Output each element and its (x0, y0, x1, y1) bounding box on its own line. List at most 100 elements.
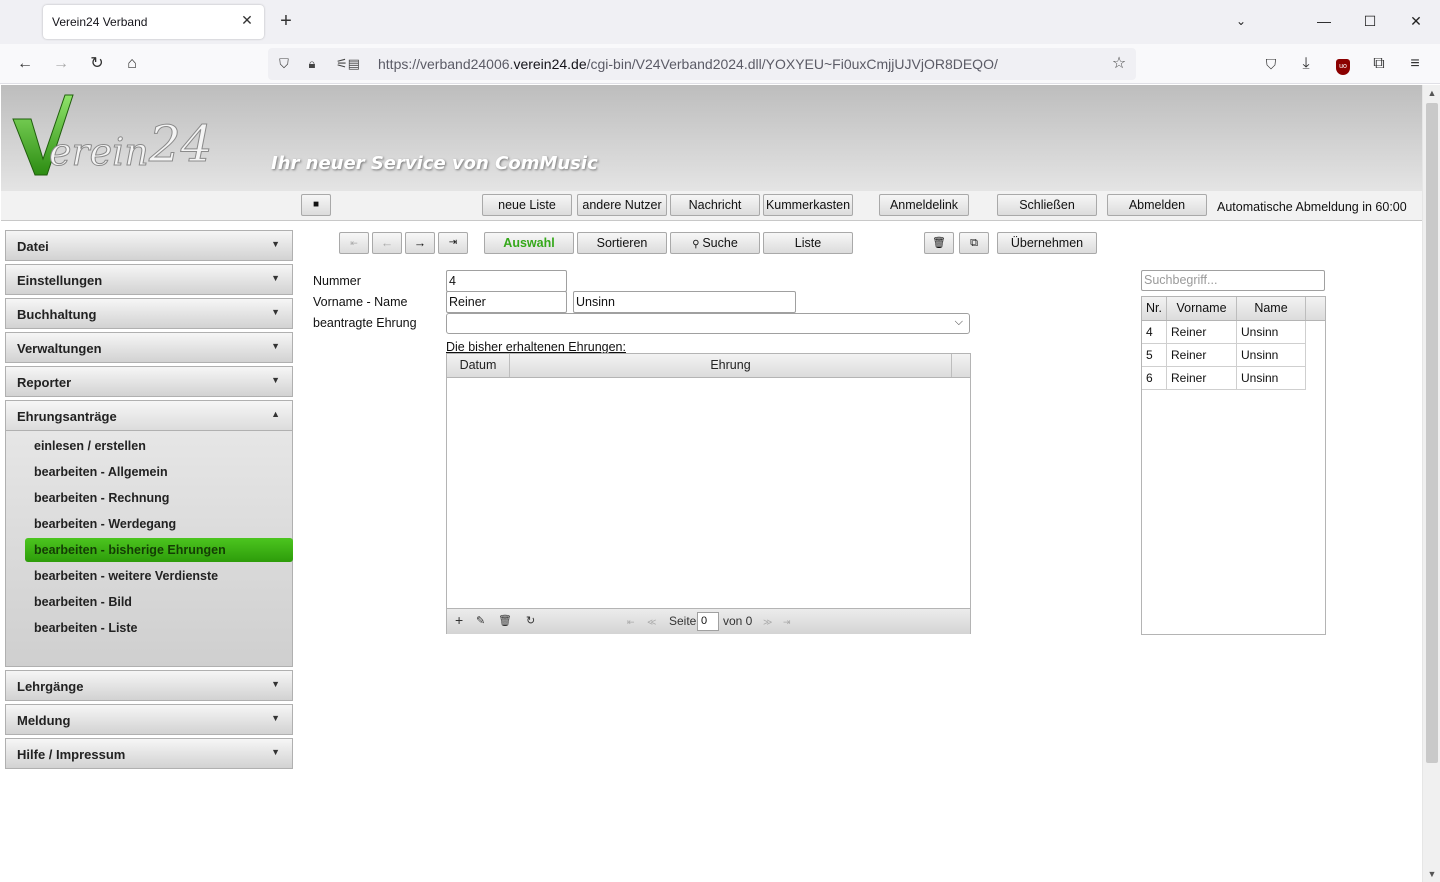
caret-down-icon: ▼ (271, 273, 280, 283)
cell-vorname: Reiner (1167, 321, 1237, 343)
page-number-input[interactable]: 0 (697, 612, 719, 631)
vorname-field[interactable]: Reiner (446, 291, 567, 313)
add-icon[interactable]: + (455, 612, 463, 628)
grid-pager: + ✎ 🗑︎ ↻ ⇤ ≪ Seite 0 von 0 ≫ ⇥ (447, 608, 970, 634)
menu-ehrungsantraege[interactable]: Ehrungsanträge ▲ (5, 400, 293, 431)
search-grid-header: Nr. Vorname Name (1142, 297, 1325, 321)
scroll-down-icon[interactable]: ▼ (1423, 866, 1440, 882)
submenu-ehrungsantraege: einlesen / erstellen bearbeiten - Allgem… (5, 431, 293, 667)
new-tab-icon[interactable]: + (276, 10, 296, 32)
extensions-icon[interactable]: ⧉ (1367, 52, 1391, 76)
delete-record-icon[interactable]: 🗑︎ (924, 232, 954, 254)
uebernehmen-button[interactable]: Übernehmen (997, 232, 1097, 254)
back-icon[interactable]: ← (13, 52, 37, 76)
next-page-icon[interactable]: ≫ (763, 617, 772, 628)
toggle-menu-button[interactable]: ■ (301, 194, 331, 216)
scrollbar-thumb[interactable] (1426, 103, 1438, 763)
submenu-item-liste[interactable]: bearbeiten - Liste (34, 616, 138, 640)
prev-page-icon[interactable]: ≪ (647, 617, 656, 628)
auswahl-button[interactable]: Auswahl (484, 232, 574, 254)
menu-datei[interactable]: Datei ▼ (5, 230, 293, 261)
submenu-item-werdegang[interactable]: bearbeiten - Werdegang (34, 512, 176, 536)
slogan: Ihr neuer Service von ComMusic (271, 153, 598, 174)
anmeldelink-button[interactable]: Anmeldelink (879, 194, 969, 216)
prev-record-icon[interactable]: ← (372, 232, 402, 254)
last-record-icon[interactable]: ⇥ (438, 232, 468, 254)
caret-up-icon: ▲ (271, 409, 280, 419)
menu-einstellungen[interactable]: Einstellungen ▼ (5, 264, 293, 295)
last-page-icon[interactable]: ⇥ (783, 617, 791, 628)
menu-icon[interactable]: ≡ (1403, 52, 1427, 76)
submenu-item-weitere-verdienste[interactable]: bearbeiten - weitere Verdienste (34, 564, 218, 588)
edit-icon[interactable]: ✎ (476, 614, 485, 627)
permissions-icon[interactable]: ⚟▤ (331, 55, 365, 73)
caret-down-icon: ▼ (271, 713, 280, 723)
bookmark-star-icon[interactable]: ☆ (1110, 55, 1128, 73)
close-tab-icon[interactable]: ✕ (239, 12, 255, 28)
submenu-item-rechnung[interactable]: bearbeiten - Rechnung (34, 486, 169, 510)
col-datum[interactable]: Datum (447, 354, 510, 377)
liste-button[interactable]: Liste (763, 232, 853, 254)
browser-tab[interactable]: Verein24 Verband ✕ (43, 5, 264, 39)
url-text[interactable]: https://verband24006.verein24.de/cgi-bin… (378, 56, 998, 72)
menu-lehrgaenge[interactable]: Lehrgänge ▼ (5, 670, 293, 701)
shield-icon[interactable]: ⛉ (275, 55, 293, 73)
col-name[interactable]: Name (1237, 297, 1306, 320)
name-field[interactable]: Unsinn (573, 291, 796, 313)
delete-icon[interactable]: 🗑︎ (498, 614, 512, 627)
search-icon: ⚲ (692, 239, 703, 250)
home-icon[interactable]: ⌂ (120, 52, 144, 76)
reload-icon[interactable]: ↻ (85, 52, 109, 76)
col-vorname[interactable]: Vorname (1167, 297, 1237, 320)
col-nr[interactable]: Nr. (1142, 297, 1167, 320)
menu-verwaltungen[interactable]: Verwaltungen ▼ (5, 332, 293, 363)
download-icon[interactable]: ⤓ (1294, 52, 1318, 76)
pocket-icon[interactable]: ⛉ (1259, 52, 1283, 76)
table-row[interactable]: 4 Reiner Unsinn (1142, 321, 1306, 344)
copy-record-icon[interactable]: ⧉ (959, 232, 989, 254)
vorname-name-label: Vorname - Name (313, 295, 408, 309)
forward-icon[interactable]: → (49, 52, 73, 76)
first-record-icon[interactable]: ⇤ (339, 232, 369, 254)
table-row[interactable]: 5 Reiner Unsinn (1142, 344, 1306, 367)
svg-text:erein: erein (49, 130, 149, 174)
search-input[interactable]: Suchbegriff... (1141, 270, 1325, 291)
menu-hilfe[interactable]: Hilfe / Impressum ▼ (5, 738, 293, 769)
next-record-icon[interactable]: → (405, 232, 435, 254)
nummer-field[interactable]: 4 (446, 270, 567, 292)
suche-button[interactable]: ⚲ Suche (670, 232, 760, 254)
url-bar[interactable]: ⛉ 🔒︎ ⚟▤ https://verband24006.verein24.de… (268, 48, 1136, 80)
caret-down-icon: ▼ (271, 239, 280, 249)
nachricht-button[interactable]: Nachricht (670, 194, 760, 216)
andere-nutzer-button[interactable]: andere Nutzer (577, 194, 667, 216)
first-page-icon[interactable]: ⇤ (627, 617, 635, 628)
submenu-item-bisherige-ehrungen[interactable]: bearbeiten - bisherige Ehrungen (25, 538, 293, 562)
minimize-icon[interactable]: — (1312, 9, 1336, 33)
menu-buchhaltung[interactable]: Buchhaltung ▼ (5, 298, 293, 329)
submenu-item-einlesen[interactable]: einlesen / erstellen (34, 434, 146, 458)
page-scrollbar[interactable]: ▲ ▼ (1422, 85, 1440, 882)
submenu-item-allgemein[interactable]: bearbeiten - Allgemein (34, 460, 168, 484)
sortieren-button[interactable]: Sortieren (577, 232, 667, 254)
schliessen-button[interactable]: Schließen (997, 194, 1097, 216)
neue-liste-button[interactable]: neue Liste (482, 194, 572, 216)
scroll-up-icon[interactable]: ▲ (1423, 85, 1440, 101)
close-window-icon[interactable]: ✕ (1404, 9, 1428, 33)
kummerkasten-button[interactable]: Kummerkasten (763, 194, 853, 216)
lock-icon[interactable]: 🔒︎ (303, 55, 321, 73)
ublock-icon[interactable]: uo (1331, 52, 1355, 76)
menu-meldung[interactable]: Meldung ▼ (5, 704, 293, 735)
abmelden-button[interactable]: Abmelden (1107, 194, 1207, 216)
tab-list-icon[interactable]: ⌄ (1229, 9, 1253, 33)
maximize-icon[interactable]: ☐ (1358, 9, 1382, 33)
submenu-item-bild[interactable]: bearbeiten - Bild (34, 590, 132, 614)
table-row[interactable]: 6 Reiner Unsinn (1142, 367, 1306, 390)
col-ehrung[interactable]: Ehrung (510, 354, 952, 377)
beantragte-ehrung-select[interactable]: ⌵ (446, 313, 970, 334)
cell-vorname: Reiner (1167, 344, 1237, 366)
cell-nr: 4 (1142, 321, 1167, 343)
refresh-icon[interactable]: ↻ (526, 614, 535, 627)
cell-name: Unsinn (1237, 344, 1306, 366)
menu-reporter[interactable]: Reporter ▼ (5, 366, 293, 397)
url-domain: verein24.de (513, 56, 587, 72)
